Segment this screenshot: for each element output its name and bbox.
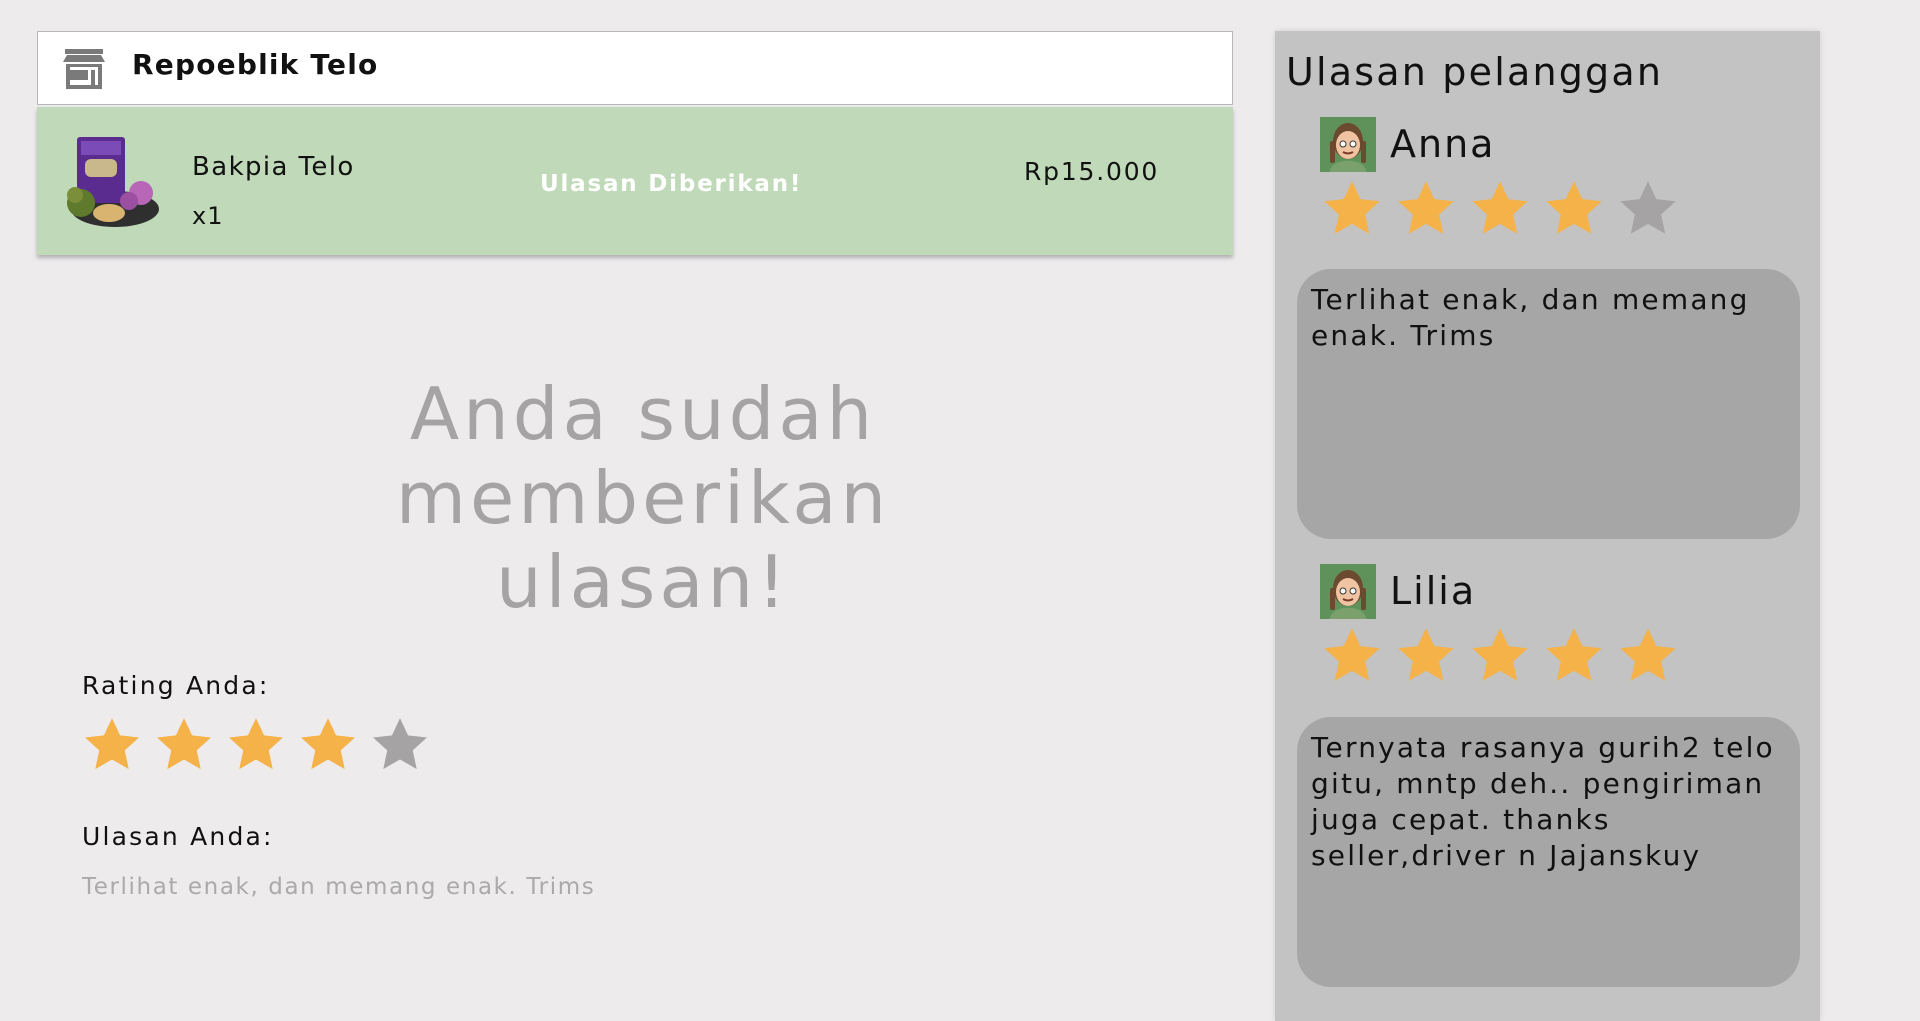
customer-reviews-panel[interactable]: Ulasan pelanggan Anna Terlihat enak, dan… [1275,31,1820,1021]
review-bubble: Terlihat enak, dan memang enak. Trims [1297,269,1800,539]
product-image [67,137,159,227]
product-quantity: x1 [192,202,224,230]
star-filled-icon [157,718,211,770]
customer-reviews-title: Ulasan pelanggan [1286,50,1664,94]
store-name[interactable]: Repoeblik Telo [132,47,378,83]
product-price: Rp15.000 [1024,157,1160,186]
review-status-label: Ulasan Diberikan! [540,171,803,197]
star-empty-icon [1620,181,1676,234]
review-submitted-message: Anda sudah memberikan ulasan! [395,372,891,624]
star-filled-icon [1620,628,1676,681]
order-item-row[interactable]: Bakpia Telo x1 Ulasan Diberikan! Rp15.00… [37,107,1233,255]
star-filled-icon [1546,181,1602,234]
review-bubble: Ternyata rasanya gurih2 telo gitu, mntp … [1297,717,1800,987]
avatar [1320,117,1376,172]
avatar [1320,564,1376,619]
my-review-label: Ulasan Anda: [82,822,274,851]
reviewer-rating-stars [1317,621,1683,691]
star-filled-icon [1324,628,1380,681]
my-review-text: Terlihat enak, dan memang enak. Trims [82,874,596,900]
store-icon [63,49,105,89]
star-empty-icon [373,718,427,770]
reviewer-rating-stars [1317,174,1683,244]
star-filled-icon [229,718,283,770]
product-name: Bakpia Telo [192,152,355,182]
reviewer-name: Anna [1390,122,1496,166]
star-filled-icon [1472,181,1528,234]
star-filled-icon [1546,628,1602,681]
star-filled-icon [301,718,355,770]
my-rating-label: Rating Anda: [82,671,270,700]
store-header: Repoeblik Telo [37,31,1233,105]
star-filled-icon [1472,628,1528,681]
my-rating-stars [78,711,434,779]
reviewer-name: Lilia [1390,569,1477,613]
star-filled-icon [85,718,139,770]
star-filled-icon [1324,181,1380,234]
star-filled-icon [1398,628,1454,681]
star-filled-icon [1398,181,1454,234]
